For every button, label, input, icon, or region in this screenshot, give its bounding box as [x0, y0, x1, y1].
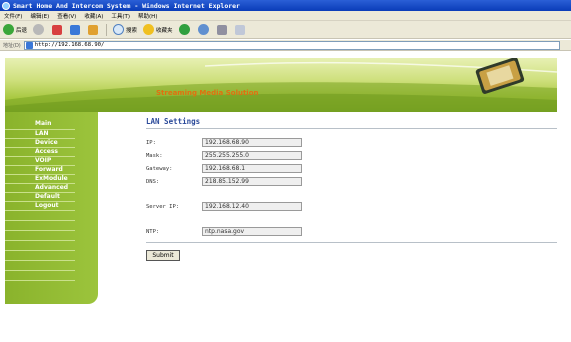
window-title: Smart Home And Intercom System - Windows…: [13, 1, 240, 10]
sidebar-item-forward[interactable]: Forward: [5, 166, 75, 174]
sidebar-item-voip[interactable]: VOIP: [5, 157, 75, 165]
sidebar-item-advanced[interactable]: Advanced: [5, 184, 75, 192]
mail-button[interactable]: [197, 24, 211, 35]
toolbar-separator: [106, 23, 108, 36]
ip-label: IP:: [146, 140, 156, 146]
banner-title: Streaming Media Solution: [156, 89, 259, 97]
address-input[interactable]: http://192.168.68.90/: [23, 40, 560, 50]
sidebar-divider: [5, 280, 75, 281]
server-ip-label: Server IP:: [146, 204, 180, 210]
sidebar-divider: [5, 270, 75, 271]
menu-edit[interactable]: 编辑(E): [30, 12, 49, 20]
sidebar-item-main[interactable]: Main: [5, 120, 75, 128]
gateway-field[interactable]: 192.168.68.1: [202, 164, 302, 173]
search-label: 搜索: [126, 27, 138, 34]
sidebar-item-lan[interactable]: LAN: [5, 130, 75, 138]
sidebar-item-access[interactable]: Access: [5, 148, 75, 156]
menu-view[interactable]: 查看(V): [57, 12, 76, 20]
back-label: 后退: [16, 27, 28, 34]
home-button[interactable]: [88, 24, 100, 35]
page-title: LAN Settings: [146, 117, 201, 126]
address-url: http://192.168.68.90/: [34, 42, 105, 48]
sidebar-divider: [5, 260, 75, 261]
address-bar: 地址(D) http://192.168.68.90/: [0, 40, 571, 51]
mail-icon: [197, 24, 209, 35]
mask-label: Mask:: [146, 153, 163, 159]
sidebar-divider: [5, 220, 75, 221]
refresh-button[interactable]: [70, 24, 82, 35]
stop-button[interactable]: [52, 24, 64, 35]
page-icon: [25, 41, 33, 49]
banner-swoosh-graphic: [5, 58, 557, 112]
window-titlebar: Smart Home And Intercom System - Windows…: [0, 0, 571, 11]
print-icon: [216, 24, 227, 35]
browser-toolbar: 后退 搜索 收藏夹: [0, 21, 571, 39]
ntp-field[interactable]: ntp.nasa.gov: [202, 227, 302, 236]
title-divider: [146, 128, 557, 129]
star-icon: [143, 24, 155, 35]
forward-arrow-icon: [33, 24, 45, 35]
edit-icon: [234, 24, 245, 35]
menu-favorites[interactable]: 收藏(A): [84, 12, 103, 20]
sidebar-item-default[interactable]: Default: [5, 193, 75, 201]
search-button[interactable]: 搜索: [113, 24, 137, 35]
server-ip-field[interactable]: 192.168.12.40: [202, 202, 302, 211]
refresh-icon: [70, 24, 81, 35]
ntp-label: NTP:: [146, 229, 160, 235]
gateway-label: Gateway:: [146, 166, 173, 172]
menu-file[interactable]: 文件(F): [4, 12, 22, 20]
menu-tools[interactable]: 工具(T): [111, 12, 130, 20]
header-banner: Streaming Media Solution: [5, 58, 557, 112]
back-arrow-icon: [3, 24, 14, 35]
search-icon: [113, 24, 125, 35]
history-button[interactable]: [178, 24, 192, 35]
form-divider: [146, 242, 557, 243]
sidebar-item-logout[interactable]: Logout: [5, 202, 75, 210]
submit-button[interactable]: Submit: [146, 250, 180, 261]
forward-button[interactable]: [33, 24, 46, 35]
sidebar-divider: [5, 240, 75, 241]
dns-label: DNS:: [146, 179, 160, 185]
stop-icon: [52, 24, 63, 35]
ie-icon: [2, 1, 10, 10]
print-button[interactable]: [216, 24, 229, 35]
menu-help[interactable]: 帮助(H): [138, 12, 157, 20]
sidebar-nav: Main LAN Device Access VOIP Forward ExMo…: [5, 112, 98, 304]
sidebar-item-device[interactable]: Device: [5, 139, 75, 147]
sidebar-divider: [5, 230, 75, 231]
menu-bar: 文件(F) 编辑(E) 查看(V) 收藏(A) 工具(T) 帮助(H): [0, 11, 571, 21]
mask-field[interactable]: 255.255.255.0: [202, 151, 302, 160]
sidebar-item-exmodule[interactable]: ExModule: [5, 175, 75, 183]
favorites-button[interactable]: 收藏夹: [143, 24, 173, 35]
history-icon: [178, 24, 190, 35]
back-button[interactable]: 后退: [3, 24, 27, 35]
edit-button[interactable]: [234, 24, 247, 35]
ip-field[interactable]: 192.168.68.90: [202, 138, 302, 147]
sidebar-divider: [5, 210, 75, 211]
address-label: 地址(D): [3, 42, 21, 49]
dns-field[interactable]: 218.85.152.99: [202, 177, 302, 186]
home-icon: [88, 24, 99, 35]
favorites-label: 收藏夹: [156, 27, 173, 34]
sidebar-divider: [5, 250, 75, 251]
